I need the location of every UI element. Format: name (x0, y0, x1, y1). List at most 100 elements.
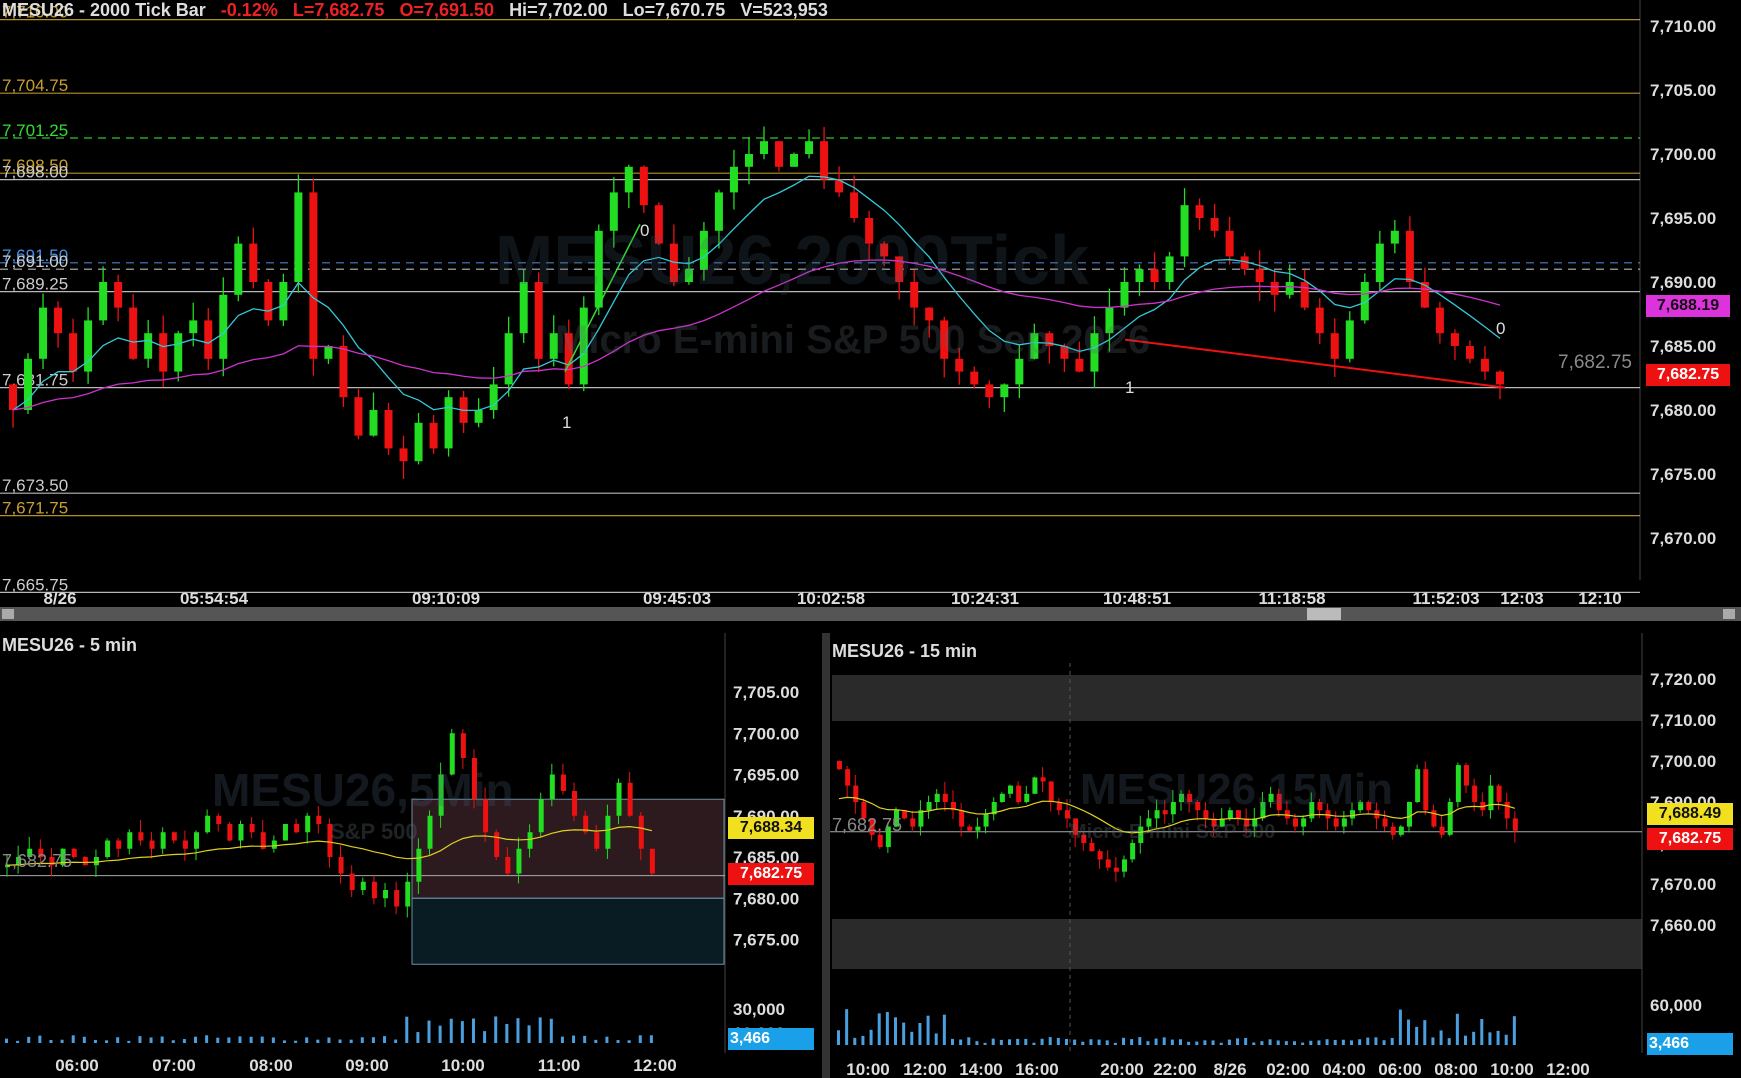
candle-body (616, 782, 622, 816)
low-price: Lo=7,670.75 (622, 0, 726, 20)
volume-bar (1488, 1032, 1492, 1045)
chart-5min-panel[interactable]: 7,705.007,700.007,695.007,690.007,685.00… (0, 633, 822, 1078)
chart-15min-canvas[interactable]: 7,720.007,710.007,700.007,690.007,680.00… (830, 633, 1741, 1078)
candle-body (1122, 859, 1127, 872)
candle-body (174, 333, 183, 372)
price-axis-label: 7,720.00 (1650, 670, 1716, 689)
candle-body (918, 810, 924, 827)
main-chart-panel[interactable]: 7,710.00 7,705.00 7,700.00 7,695.00 7,690.00… (0, 0, 1741, 621)
candle-body (99, 282, 108, 321)
volume-bar (294, 1040, 298, 1043)
price-axis-label: 7,700.00 (1650, 145, 1716, 164)
time-axis-label: 16:00 (1015, 1060, 1058, 1078)
volume-bar (1113, 1042, 1117, 1045)
candle-body (1113, 867, 1119, 872)
volume-bar (1138, 1037, 1142, 1045)
candle-body (282, 824, 288, 841)
volume-bar (105, 1040, 109, 1043)
volume-bar (1105, 1040, 1109, 1045)
candle-body (249, 824, 255, 833)
main-chart-canvas[interactable]: 7,710.00 7,705.00 7,700.00 7,695.00 7,690.00… (0, 0, 1741, 612)
volume-bar (902, 1022, 906, 1045)
candle-body (1472, 785, 1478, 802)
volume-bar (1447, 1038, 1451, 1045)
volume-bar (1309, 1040, 1313, 1045)
volume-bar (383, 1036, 387, 1043)
candle-body (127, 832, 133, 849)
candle-body (1097, 851, 1103, 860)
volume-bar (205, 1035, 209, 1043)
volume-bar (371, 1037, 375, 1043)
candle-body (205, 815, 211, 833)
candle-body (149, 840, 155, 849)
candle-body (338, 857, 344, 874)
volume-bar (516, 1018, 520, 1043)
volume-bar (1504, 1034, 1508, 1045)
volume-bar (1154, 1038, 1158, 1045)
candle-body (1465, 346, 1474, 359)
volume-bar (460, 1021, 464, 1043)
volume-bar (1195, 1041, 1199, 1045)
candle-body (837, 761, 842, 770)
candle-body (238, 824, 244, 841)
candle-body (1420, 282, 1429, 308)
volume-bar (27, 1036, 31, 1043)
volume-bar (1341, 1039, 1345, 1045)
volume-bar (182, 1039, 186, 1043)
candle-body (1464, 765, 1469, 786)
time-axis-label: 09:00 (345, 1056, 388, 1075)
time-axis-label: 11:18:58 (1258, 589, 1325, 608)
candle-body (516, 848, 522, 874)
candle-body (805, 141, 814, 154)
candle-body (1405, 230, 1414, 282)
panel-divider[interactable] (822, 633, 830, 1078)
volume-bar (983, 1042, 987, 1045)
chart-5min-left-ghost: 7,682.75 (2, 851, 73, 871)
main-horizontal-scrollbar[interactable] (0, 607, 1741, 621)
candle-body (1495, 371, 1504, 385)
volume-bar (1423, 1020, 1427, 1045)
candle-body (1330, 333, 1339, 359)
time-axis-label: 09:10:09 (412, 589, 480, 608)
main-chart-header: MESU26 - 2000 Tick Bar -0.12% L=7,682.75… (2, 0, 828, 21)
candle-body (234, 243, 243, 295)
scroll-right-arrow[interactable] (1723, 609, 1735, 619)
scroll-thumb[interactable] (1307, 608, 1341, 620)
candle-body (294, 824, 300, 833)
volume-bar (138, 1036, 142, 1043)
candle-body (444, 397, 453, 449)
candle-body (171, 832, 177, 841)
volume-bar (1276, 1040, 1280, 1045)
volume-bar (1024, 1038, 1028, 1045)
time-axis-label: 12:00 (633, 1056, 676, 1075)
volume-bar (1382, 1040, 1386, 1045)
time-axis-label: 06:00 (1378, 1060, 1421, 1078)
volume-bar (394, 1039, 398, 1043)
scroll-left-arrow[interactable] (2, 609, 14, 619)
chart-5min-canvas[interactable]: 7,705.007,700.007,695.007,690.007,685.00… (0, 633, 822, 1078)
volume-bar (1472, 1031, 1476, 1045)
volume-bar (405, 1016, 409, 1043)
price-axis-label: 7,695.00 (733, 766, 799, 785)
time-axis-label: 07:00 (152, 1056, 195, 1075)
chart-15min-last-tag: 7,682.75 (1647, 828, 1733, 850)
candle-body (1270, 282, 1279, 295)
volume-axis-label: 60,000 (1650, 996, 1702, 1015)
price-axis-label: 7,675.00 (1650, 465, 1716, 484)
candle-body (1225, 230, 1234, 257)
candle-body (999, 793, 1005, 802)
candle-body (354, 397, 363, 436)
volume-bar (1325, 1039, 1329, 1045)
volume-bar (238, 1036, 242, 1043)
zone-box-lower (411, 897, 725, 965)
candle-body (414, 422, 423, 462)
volume-bar (1244, 1037, 1248, 1045)
volume-bar (1268, 1039, 1272, 1045)
volume-bar (1032, 1042, 1036, 1045)
chart-15min-panel[interactable]: 7,720.007,710.007,700.007,690.007,680.00… (830, 633, 1741, 1078)
candle-body (1285, 282, 1294, 295)
chart-15min-left-ghost: 7,682.75 (832, 815, 903, 835)
volume-bar (572, 1035, 576, 1043)
time-axis-label: 14:00 (959, 1060, 1002, 1078)
volume-bar (93, 1039, 97, 1043)
